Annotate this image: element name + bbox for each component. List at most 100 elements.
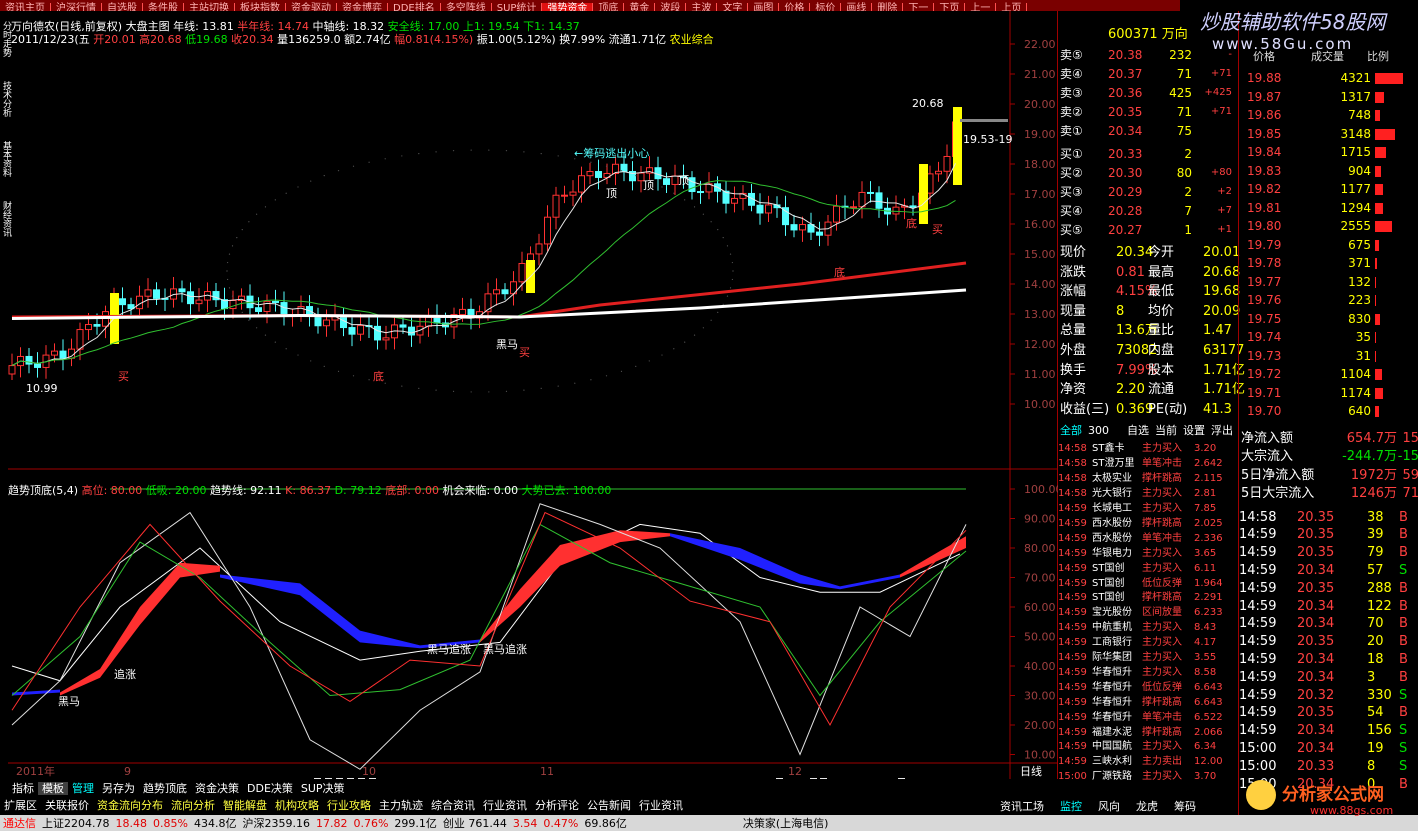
- candlestick-chart[interactable]: 22.00 21.00 20.00 19.00 18.00 17.00 16.00 15.00…: [0, 11, 1058, 779]
- menu-item[interactable]: 上页: [996, 3, 1028, 11]
- panel-tab[interactable]: 全部: [1060, 421, 1082, 441]
- menu-item[interactable]: 价格: [779, 3, 811, 11]
- alert-row[interactable]: 14:58 太极实业 撑杆跳高 2.115: [1058, 471, 1238, 486]
- panel-tab[interactable]: 浮出: [1211, 421, 1233, 441]
- function-tab[interactable]: 分析评论: [531, 799, 583, 812]
- order-row[interactable]: 买⑤ 20.27 1 +1: [1058, 220, 1238, 240]
- menu-item[interactable]: 删除: [872, 3, 904, 11]
- menu-item[interactable]: 资金博弈: [337, 3, 388, 11]
- depth-row: 19.83 904: [1239, 162, 1418, 180]
- menu-item[interactable]: 资讯主页: [0, 3, 51, 11]
- panel-tab[interactable]: 设置: [1183, 421, 1205, 441]
- alert-row[interactable]: 14:59 中航重机 主力买入 8.43: [1058, 620, 1238, 635]
- alert-row[interactable]: 14:58 ST澄万里 单笔冲击 2.642: [1058, 456, 1238, 471]
- menu-item[interactable]: 画线: [841, 3, 873, 11]
- function-tab[interactable]: 综合资讯: [427, 799, 479, 812]
- panel-tab[interactable]: 300: [1088, 421, 1109, 441]
- alert-row[interactable]: 14:59 西水股份 单笔冲击 2.336: [1058, 531, 1238, 546]
- indicator-tab[interactable]: DDE决策: [243, 782, 297, 795]
- menu-item[interactable]: 画图: [748, 3, 780, 11]
- indicator-tab[interactable]: 管理: [68, 782, 98, 795]
- function-tab[interactable]: 关联报价: [41, 799, 93, 812]
- menu-item[interactable]: 下一: [903, 3, 935, 11]
- function-tab[interactable]: 资金流向分布: [93, 799, 167, 812]
- alert-row[interactable]: 14:59 华春恒升 单笔冲击 6.522: [1058, 710, 1238, 725]
- alert-row[interactable]: 14:58 ST鑫卡 主力买入 3.20: [1058, 441, 1238, 456]
- menu-item[interactable]: 下页: [934, 3, 966, 11]
- menu-item[interactable]: 资金驱动: [286, 3, 337, 11]
- menu-item[interactable]: 条件股: [143, 3, 184, 11]
- bottom-panel-tab[interactable]: 龙虎: [1136, 797, 1158, 817]
- menu-item[interactable]: 上一: [965, 3, 997, 11]
- menu-item[interactable]: 波段: [655, 3, 687, 11]
- bottom-panel-tab[interactable]: 监控: [1060, 797, 1082, 817]
- alert-row[interactable]: 14:59 际华集团 主力买入 3.55: [1058, 650, 1238, 665]
- alert-row[interactable]: 14:59 工商银行 主力买入 4.17: [1058, 635, 1238, 650]
- order-row[interactable]: 买③ 20.29 2 +2: [1058, 182, 1238, 202]
- order-row[interactable]: 卖④ 20.37 71 +71: [1058, 64, 1238, 84]
- indicator-tab[interactable]: 趋势顶底: [139, 782, 191, 795]
- alert-row[interactable]: 14:59 ST国创 主力买入 6.11: [1058, 561, 1238, 576]
- indicator-tab[interactable]: 资金决策: [191, 782, 243, 795]
- left-tab[interactable]: 分时走势: [0, 21, 13, 57]
- menu-item[interactable]: 强势资金: [542, 3, 594, 11]
- alert-row[interactable]: 14:59 福建水泥 撑杆跳高 2.066: [1058, 725, 1238, 740]
- function-tab[interactable]: 行业攻略: [323, 799, 375, 812]
- function-tab[interactable]: 机构攻略: [271, 799, 323, 812]
- function-tab[interactable]: 主力轨迹: [375, 799, 427, 812]
- alert-row[interactable]: 15:00 厂源铁路 主力买入 3.70: [1058, 769, 1238, 784]
- menu-item[interactable]: 文字: [717, 3, 749, 11]
- alert-row[interactable]: 14:58 光大银行 主力买入 2.81: [1058, 486, 1238, 501]
- menu-item[interactable]: 标价: [810, 3, 842, 11]
- menu-item[interactable]: 自选股: [102, 3, 143, 11]
- alert-row[interactable]: 14:59 ST国创 撑杆跳高 2.291: [1058, 590, 1238, 605]
- menu-item[interactable]: 多空阵线: [441, 3, 492, 11]
- menu-item[interactable]: 顶底: [593, 3, 625, 11]
- order-row[interactable]: 买① 20.33 2: [1058, 144, 1238, 164]
- order-row[interactable]: 卖⑤ 20.38 232-: [1058, 45, 1238, 65]
- alert-row[interactable]: 14:59 ST国创 低位反弹 1.964: [1058, 576, 1238, 591]
- order-row[interactable]: 卖① 20.34 75: [1058, 121, 1238, 141]
- bottom-panel-tab[interactable]: 资讯工场: [1000, 797, 1044, 817]
- alert-row[interactable]: 14:59 华银电力 主力买入 3.65: [1058, 546, 1238, 561]
- alert-row[interactable]: 14:59 三峡水利 主力卖出 12.00: [1058, 754, 1238, 769]
- alert-row[interactable]: 14:59 中国国航 主力买入 6.34: [1058, 739, 1238, 754]
- indicator-tab[interactable]: SUP决策: [297, 782, 349, 795]
- menu-item[interactable]: 黄金: [624, 3, 656, 11]
- menu-item[interactable]: 沪深行情: [51, 3, 102, 11]
- menu-item[interactable]: 板块指数: [235, 3, 286, 11]
- order-row[interactable]: 卖③ 20.36 425 +425: [1058, 83, 1238, 103]
- function-tab[interactable]: 行业资讯: [635, 799, 687, 812]
- panel-tab[interactable]: 当前: [1155, 421, 1177, 441]
- menu-item[interactable]: 主波: [686, 3, 718, 11]
- indicator-tab[interactable]: 指标: [8, 782, 38, 795]
- menu-item[interactable]: DDE排名: [388, 3, 441, 11]
- panel-tab[interactable]: 自选: [1127, 421, 1149, 441]
- depth-price: 19.84: [1247, 145, 1282, 159]
- bottom-panel-tab[interactable]: 风向: [1098, 797, 1120, 817]
- function-tab[interactable]: 扩展区: [0, 799, 41, 812]
- left-tab[interactable]: 基本资料: [0, 141, 13, 177]
- alert-row[interactable]: 14:59 西水股份 撑杆跳高 2.025: [1058, 516, 1238, 531]
- period-label[interactable]: 日线: [1020, 763, 1042, 779]
- alert-row[interactable]: 14:59 华春恒升 主力买入 8.58: [1058, 665, 1238, 680]
- function-tab[interactable]: 智能解盘: [219, 799, 271, 812]
- function-tab[interactable]: 流向分析: [167, 799, 219, 812]
- menu-item[interactable]: 主站切换: [184, 3, 235, 11]
- bottom-panel-tab[interactable]: 筹码: [1174, 797, 1196, 817]
- function-tab[interactable]: 公告新闻: [583, 799, 635, 812]
- alert-row[interactable]: 14:59 华春恒升 撑杆跳高 6.643: [1058, 695, 1238, 710]
- indicator-tab[interactable]: 模板: [38, 782, 68, 795]
- alert-row[interactable]: 14:59 长城电工 主力买入 7.85: [1058, 501, 1238, 516]
- alert-row[interactable]: 14:59 宝光股份 区间放量 6.233: [1058, 605, 1238, 620]
- alert-row[interactable]: 14:59 华春恒升 低位反弹 6.643: [1058, 680, 1238, 695]
- menu-item[interactable]: SUP统计: [492, 3, 543, 11]
- function-tab[interactable]: 行业资讯: [479, 799, 531, 812]
- order-row[interactable]: 买④ 20.28 7 +7: [1058, 201, 1238, 221]
- indicator-tab[interactable]: 另存为: [98, 782, 139, 795]
- order-row[interactable]: 买② 20.30 80 +80: [1058, 163, 1238, 183]
- left-tab[interactable]: 技术分析: [0, 81, 13, 117]
- order-row[interactable]: 卖② 20.35 71 +71: [1058, 102, 1238, 122]
- left-tab[interactable]: 财经资讯: [0, 201, 13, 237]
- dotted-arc: [401, 155, 403, 157]
